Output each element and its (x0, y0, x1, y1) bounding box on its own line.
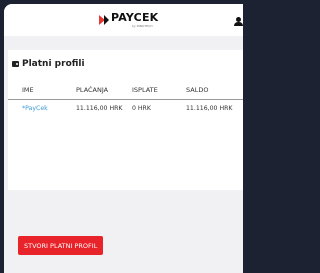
table-row[interactable]: *PayCek 11.116,00 HRK 0 HRK 11.116,00 HR… (8, 100, 243, 116)
app-frame: PAYCEK by INNOTECH Platni profili IME PL… (0, 0, 243, 273)
profiles-table: IME PLAĆANJA ISPLATE SALDO *PayCek 11.11… (8, 83, 243, 116)
profile-payments: 11.116,00 HRK (76, 105, 123, 112)
main-panel: PAYCEK by INNOTECH Platni profili IME PL… (4, 4, 243, 273)
top-bar: PAYCEK by INNOTECH (4, 4, 243, 36)
user-icon-body (234, 22, 243, 26)
column-header-balance: SALDO (186, 86, 209, 94)
wallet-icon (12, 61, 19, 67)
column-header-payouts: ISPLATE (132, 86, 158, 94)
payment-profiles-card: Platni profili IME PLAĆANJA ISPLATE SALD… (8, 50, 243, 190)
logo-mark-dark (104, 15, 109, 25)
table-header: IME PLAĆANJA ISPLATE SALDO (8, 83, 243, 100)
section-title-text: Platni profili (22, 59, 85, 69)
profile-name-link[interactable]: *PayCek (22, 105, 48, 112)
profile-balance: 11.116,00 HRK (186, 105, 233, 112)
logo-text: PAYCEK (111, 11, 159, 24)
create-payment-profile-button[interactable]: STVORI PLATNI PROFIL (18, 236, 104, 255)
logo-subtext: by INNOTECH (132, 24, 153, 28)
section-title: Platni profili (12, 59, 85, 69)
user-icon[interactable] (234, 17, 243, 26)
column-header-payments: PLAĆANJA (76, 86, 109, 94)
column-header-name: IME (22, 86, 34, 94)
profile-payouts: 0 HRK (132, 105, 151, 112)
paycek-logo[interactable]: PAYCEK by INNOTECH (99, 12, 159, 28)
